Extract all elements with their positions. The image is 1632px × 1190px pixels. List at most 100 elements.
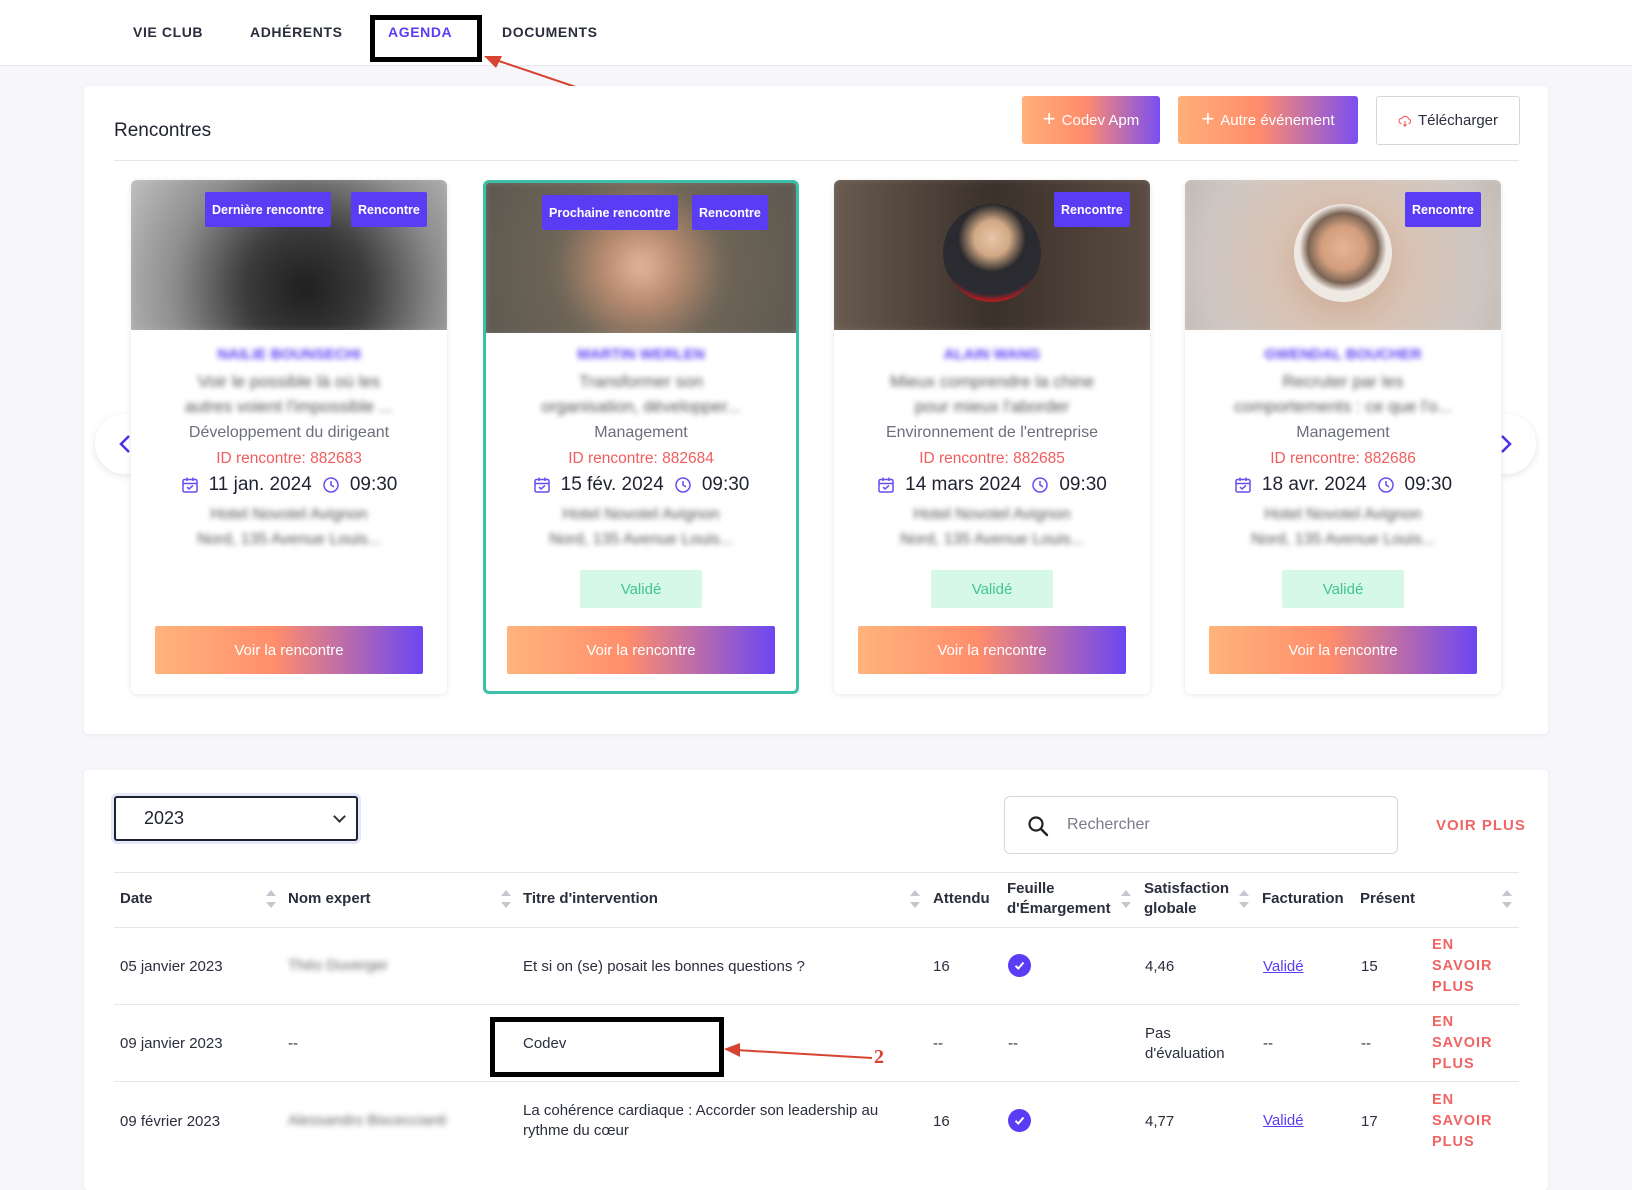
row-attendance-sheet: -- xyxy=(1008,1035,1018,1052)
add-event-button[interactable]: + Autre événement xyxy=(1178,96,1358,144)
view-meeting-button[interactable]: Voir la rencontre xyxy=(858,626,1126,674)
column-header-line: Feuille xyxy=(1007,880,1055,897)
check-circle-icon xyxy=(1008,954,1031,977)
view-meeting-button[interactable]: Voir la rencontre xyxy=(507,626,775,674)
sort-icon[interactable] xyxy=(1121,890,1131,908)
column-header-expert[interactable]: Nom expert xyxy=(288,889,371,909)
row-present: 17 xyxy=(1361,1113,1378,1130)
speaker-name: NAILIE BOUNSECHI xyxy=(217,346,361,363)
chevron-right-icon xyxy=(1501,435,1512,453)
meeting-address: Nord, 135 Avenue Louis... xyxy=(549,531,733,548)
meeting-title-line: autres voient l'impossible ... xyxy=(184,397,394,416)
view-meeting-button[interactable]: Voir la rencontre xyxy=(155,626,423,674)
view-meeting-button[interactable]: Voir la rencontre xyxy=(1209,626,1477,674)
divider xyxy=(114,1004,1519,1005)
row-expert: Théo Duverger xyxy=(288,957,389,974)
column-header-date[interactable]: Date xyxy=(120,889,153,909)
add-codev-button[interactable]: + Codev Apm xyxy=(1022,96,1160,144)
plus-icon: + xyxy=(1042,106,1056,131)
meeting-title-line: pour mieux l'aborder xyxy=(914,397,1070,416)
meeting-address: Nord, 135 Avenue Louis... xyxy=(197,531,381,548)
meeting-address: Nord, 135 Avenue Louis... xyxy=(900,531,1084,548)
meeting-title-line: Voir le possible là où les xyxy=(197,372,381,391)
link-line: EN xyxy=(1432,937,1455,953)
learn-more-link[interactable]: EN SAVOIR PLUS xyxy=(1432,1090,1493,1153)
row-title: La cohérence cardiaque : Accorder son le… xyxy=(523,1101,878,1141)
row-satisfaction: 4,77 xyxy=(1145,1113,1175,1130)
download-button[interactable]: Télécharger xyxy=(1376,96,1520,145)
link-line: PLUS xyxy=(1432,979,1475,995)
speaker-name: GWENDAL BOUCHER xyxy=(1264,346,1422,363)
column-header-satisfaction[interactable]: Satisfaction globale xyxy=(1144,879,1229,919)
tab-documents[interactable]: DOCUMENTS xyxy=(502,24,598,40)
calendar-icon xyxy=(533,476,551,494)
meeting-type-badge: Rencontre xyxy=(1405,192,1481,227)
calendar-icon xyxy=(1234,476,1252,494)
meeting-id: ID rencontre: 882684 xyxy=(568,450,714,467)
link-line: PLUS xyxy=(1432,1056,1475,1072)
sort-icon[interactable] xyxy=(910,890,920,908)
annotation-box-1 xyxy=(370,15,482,62)
year-select-value: 2023 xyxy=(144,808,185,828)
add-event-label: Autre événement xyxy=(1220,111,1335,129)
validated-status-badge: Validé xyxy=(580,570,702,608)
learn-more-link[interactable]: EN SAVOIR PLUS xyxy=(1432,1012,1493,1075)
column-header-attendance-sheet[interactable]: Feuille d'Émargement xyxy=(1007,879,1111,919)
meeting-address: Hotel Novotel Avignon xyxy=(913,506,1071,523)
meeting-id: ID rencontre: 882683 xyxy=(216,450,362,467)
year-select[interactable]: 2023 xyxy=(114,796,358,841)
row-expected: 16 xyxy=(933,958,950,975)
meeting-time: 09:30 xyxy=(1059,474,1107,495)
check-circle-icon xyxy=(1008,1109,1031,1132)
billing-status-link[interactable]: Validé xyxy=(1263,957,1304,977)
tab-adherents[interactable]: ADHÉRENTS xyxy=(250,24,343,40)
speaker-avatar xyxy=(943,204,1041,302)
row-date: 05 janvier 2023 xyxy=(120,958,223,975)
meeting-title-line: Mieux comprendre la chine xyxy=(889,372,1095,391)
meeting-date: 15 fév. 2024 xyxy=(560,474,664,495)
calendar-icon xyxy=(877,476,895,494)
column-header-expected[interactable]: Attendu xyxy=(933,889,990,909)
title-line: rythme du cœur xyxy=(523,1122,629,1139)
annotation-box-2 xyxy=(490,1017,724,1077)
divider xyxy=(114,927,1519,928)
validated-status-badge: Validé xyxy=(931,570,1053,608)
billing-status-link[interactable]: Validé xyxy=(1263,1111,1304,1131)
speaker-avatar xyxy=(1294,204,1392,302)
sort-icon[interactable] xyxy=(1502,890,1512,908)
meeting-title-line: organisation, développer... xyxy=(541,397,741,416)
column-header-present[interactable]: Présent xyxy=(1360,889,1415,909)
column-header-title[interactable]: Titre d'intervention xyxy=(523,889,658,909)
link-line: SAVOIR xyxy=(1432,958,1493,974)
column-header-line: d'Émargement xyxy=(1007,900,1111,917)
row-satisfaction: 4,46 xyxy=(1145,958,1175,975)
meeting-type-badge: Rencontre xyxy=(1054,192,1130,227)
sort-icon[interactable] xyxy=(501,890,511,908)
row-title: Et si on (se) posait les bonnes question… xyxy=(523,958,805,975)
sort-icon[interactable] xyxy=(1239,890,1249,908)
clock-icon xyxy=(674,476,692,494)
meeting-address: Nord, 135 Avenue Louis... xyxy=(1251,531,1435,548)
meeting-datetime: 11 jan. 2024 09:30 xyxy=(131,474,447,496)
meeting-card-selected: Prochaine rencontre Rencontre MARTIN WER… xyxy=(483,180,799,694)
search-input[interactable]: Rechercher xyxy=(1004,796,1398,854)
tab-vie-club[interactable]: VIE CLUB xyxy=(133,24,203,40)
learn-more-link[interactable]: EN SAVOIR PLUS xyxy=(1432,935,1493,998)
column-header-billing[interactable]: Facturation xyxy=(1262,889,1344,909)
meeting-datetime: 18 avr. 2024 09:30 xyxy=(1185,474,1501,496)
meeting-datetime: 15 fév. 2024 09:30 xyxy=(486,474,796,496)
meeting-address: Hotel Novotel Avignon xyxy=(210,506,368,523)
link-line: EN xyxy=(1432,1014,1455,1030)
see-more-link[interactable]: VOIR PLUS xyxy=(1436,817,1526,834)
meeting-datetime: 14 mars 2024 09:30 xyxy=(834,474,1150,496)
meeting-address: Hotel Novotel Avignon xyxy=(562,506,720,523)
link-line: SAVOIR xyxy=(1432,1113,1493,1129)
meeting-category: Environnement de l'entreprise xyxy=(885,424,1099,441)
sort-icon[interactable] xyxy=(266,890,276,908)
annotation-arrow-2 xyxy=(724,1043,873,1059)
row-expected: 16 xyxy=(933,1113,950,1130)
meeting-title-line: Transformer son xyxy=(578,372,704,391)
meeting-date: 14 mars 2024 xyxy=(905,474,1022,495)
row-expert: Alessandro Bisceccianti xyxy=(288,1112,447,1129)
row-expert: -- xyxy=(288,1035,298,1052)
